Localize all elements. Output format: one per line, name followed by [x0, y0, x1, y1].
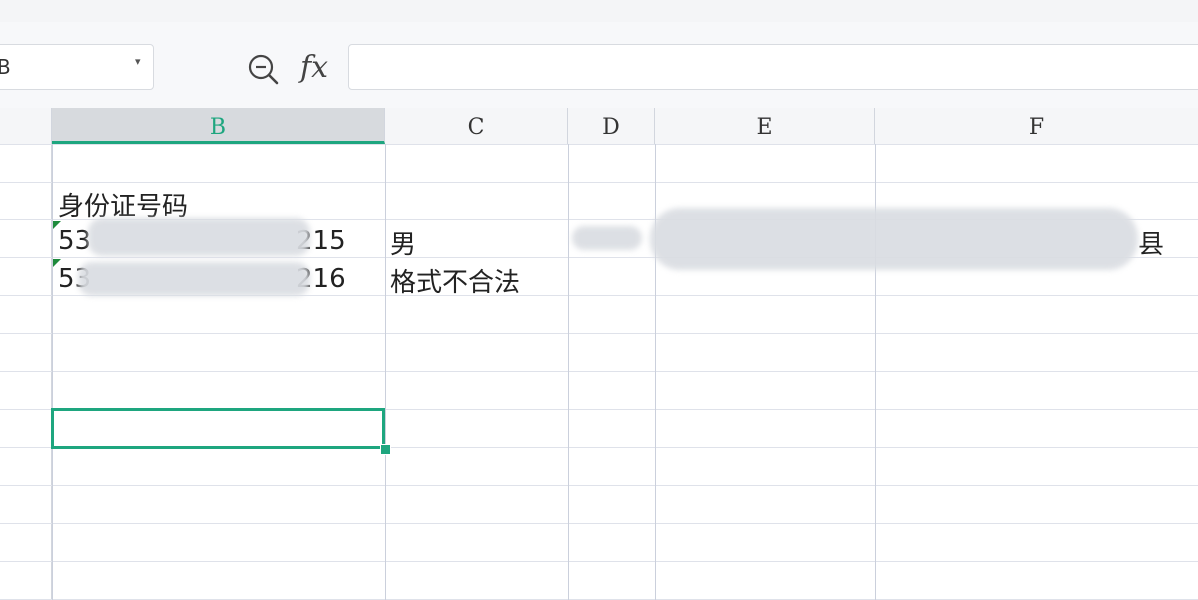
- toolbar-strip: [0, 0, 1198, 23]
- row-line: [0, 561, 1198, 562]
- column-line: [655, 144, 656, 600]
- formula-bar: B ▾ fx: [0, 22, 1198, 108]
- formula-input[interactable]: [348, 44, 1198, 90]
- row-line: [0, 182, 1198, 183]
- cell-b-row1-start[interactable]: 53: [58, 226, 91, 256]
- zoom-out-icon[interactable]: [246, 52, 280, 86]
- column-header-c[interactable]: C: [385, 108, 568, 144]
- redaction-blur: [650, 208, 1138, 270]
- name-box-value: B: [0, 55, 11, 79]
- name-box[interactable]: B ▾: [0, 44, 154, 90]
- fx-icon[interactable]: fx: [300, 50, 328, 85]
- row-line: [0, 485, 1198, 486]
- row-line: [0, 523, 1198, 524]
- column-line: [568, 144, 569, 600]
- row-line: [0, 371, 1198, 372]
- column-header-f[interactable]: F: [875, 108, 1198, 144]
- chevron-down-icon[interactable]: ▾: [135, 55, 141, 68]
- selected-cell[interactable]: [51, 408, 385, 449]
- column-header-e[interactable]: E: [655, 108, 875, 144]
- column-line: [385, 144, 386, 600]
- row-line: [0, 144, 1198, 145]
- column-header-d[interactable]: D: [568, 108, 655, 144]
- cell-f-row1-end[interactable]: 县: [1138, 224, 1164, 261]
- column-line: [52, 144, 53, 600]
- redaction-blur: [572, 226, 642, 250]
- cell-c-row2[interactable]: 格式不合法: [390, 262, 520, 299]
- fill-handle[interactable]: [380, 444, 391, 455]
- cell-c-row1[interactable]: 男: [390, 224, 416, 261]
- redaction-blur: [78, 262, 310, 296]
- redaction-blur: [88, 218, 310, 256]
- row-line: [0, 333, 1198, 334]
- column-header-b[interactable]: B: [52, 108, 385, 144]
